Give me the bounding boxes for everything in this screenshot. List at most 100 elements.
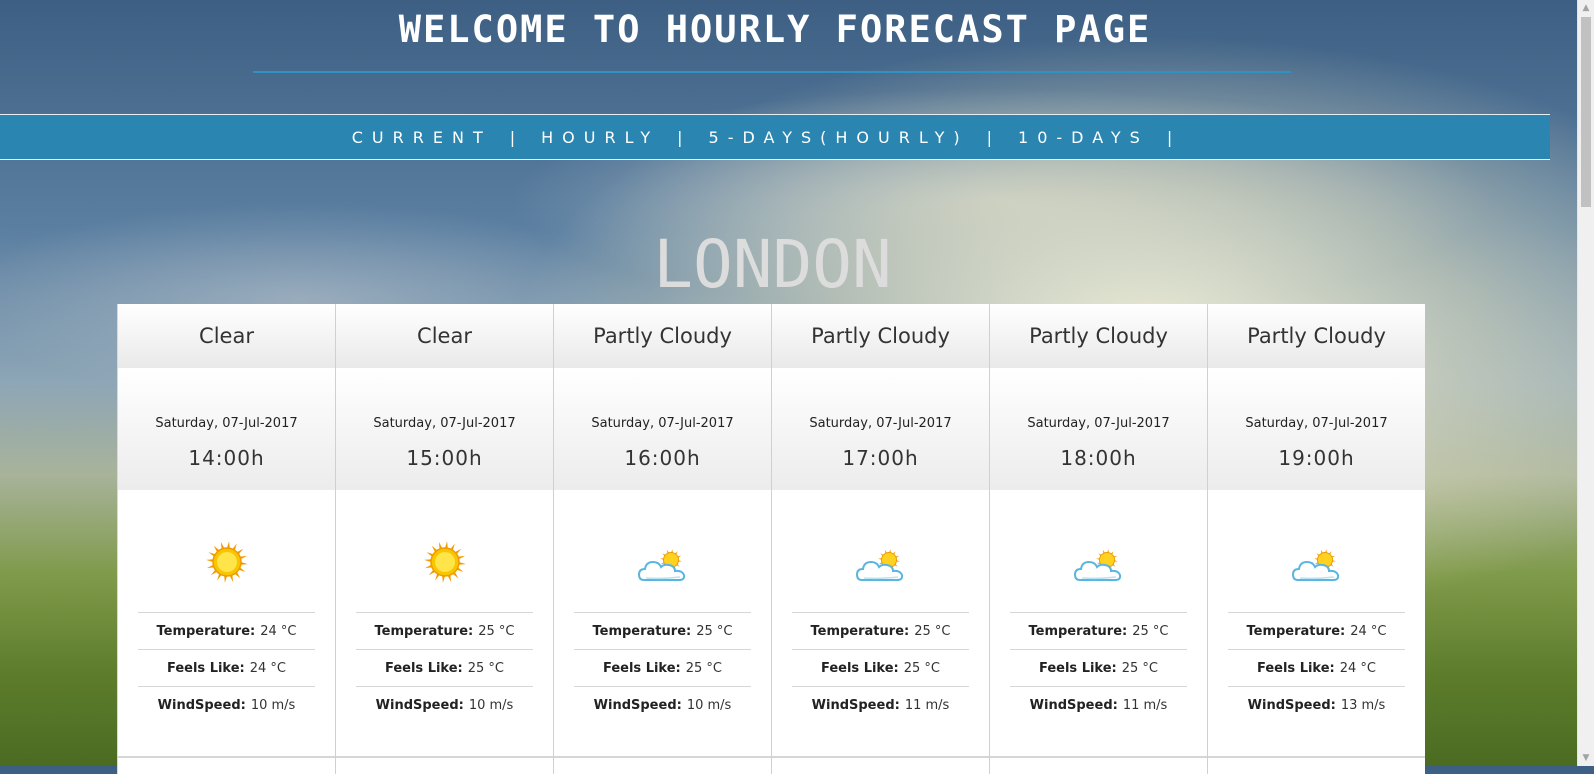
temperature-row: Temperature: 25 °C (356, 612, 533, 649)
date-time-block: Saturday, 07-Jul-2017 17:00h (772, 368, 989, 490)
condition-label: Partly Cloudy (990, 304, 1207, 368)
forecast-date: Saturday, 07-Jul-2017 (1245, 416, 1388, 431)
condition-label: Partly Cloudy (1208, 304, 1425, 368)
windspeed-row: WindSpeed: 11 m/s (1010, 686, 1187, 723)
card-footer (554, 756, 771, 774)
forecast-date: Saturday, 07-Jul-2017 (1027, 416, 1170, 431)
windspeed-row: WindSpeed: 11 m/s (792, 686, 969, 723)
feels-like-row: Feels Like: 24 °C (138, 649, 315, 686)
feels-like-label: Feels Like: (1038, 660, 1117, 676)
forecast-time: 15:00h (406, 446, 483, 470)
feels-like-label: Feels Like: (384, 660, 463, 676)
temperature-row: Temperature: 25 °C (1010, 612, 1187, 649)
feels-like-label: Feels Like: (602, 660, 681, 676)
card-footer (772, 756, 989, 774)
weather-icon-area (1208, 490, 1425, 612)
feels-like-row: Feels Like: 25 °C (356, 649, 533, 686)
sun-icon (423, 540, 467, 588)
feels-like-value: 25 °C (467, 660, 505, 676)
temperature-row: Temperature: 25 °C (792, 612, 969, 649)
forecast-card: Clear Saturday, 07-Jul-2017 14:00h Tempe… (117, 304, 335, 774)
forecast-card: Partly Cloudy Saturday, 07-Jul-2017 16:0… (553, 304, 771, 774)
nav-current[interactable]: CURRENT (352, 128, 492, 147)
date-time-block: Saturday, 07-Jul-2017 18:00h (990, 368, 1207, 490)
feels-like-row: Feels Like: 25 °C (574, 649, 751, 686)
temperature-row: Temperature: 24 °C (138, 612, 315, 649)
sun-icon (205, 540, 249, 588)
windspeed-label: WindSpeed: (593, 697, 682, 713)
scroll-up-arrow-icon[interactable]: ▲ (1578, 0, 1594, 16)
card-footer (118, 756, 335, 774)
temperature-label: Temperature: (1028, 623, 1128, 639)
partly-cloudy-icon (637, 549, 688, 587)
weather-icon-area (990, 490, 1207, 612)
temperature-label: Temperature: (592, 623, 692, 639)
forecast-card: Clear Saturday, 07-Jul-2017 15:00h Tempe… (335, 304, 553, 774)
windspeed-label: WindSpeed: (811, 697, 900, 713)
forecast-card: Partly Cloudy Saturday, 07-Jul-2017 18:0… (989, 304, 1207, 774)
feels-like-row: Feels Like: 24 °C (1228, 649, 1405, 686)
nav-separator: | (677, 127, 683, 147)
scroll-thumb[interactable] (1581, 17, 1591, 207)
forecast-time: 18:00h (1060, 446, 1137, 470)
forecast-time: 16:00h (624, 446, 701, 470)
windspeed-label: WindSpeed: (157, 697, 246, 713)
temperature-label: Temperature: (810, 623, 910, 639)
temperature-value: 25 °C (696, 623, 733, 639)
nav-10-days[interactable]: 10-DAYS (1018, 128, 1149, 147)
temperature-row: Temperature: 24 °C (1228, 612, 1405, 649)
feels-like-label: Feels Like: (820, 660, 899, 676)
forecast-cards: Clear Saturday, 07-Jul-2017 14:00h Tempe… (117, 304, 1427, 774)
forecast-card: Partly Cloudy Saturday, 07-Jul-2017 19:0… (1207, 304, 1425, 774)
windspeed-value: 11 m/s (1122, 697, 1168, 713)
nav-5-days-hourly[interactable]: 5-DAYS(HOURLY) (709, 128, 969, 147)
scroll-down-arrow-icon[interactable]: ▼ (1578, 750, 1594, 766)
card-footer (1208, 756, 1425, 774)
windspeed-value: 11 m/s (904, 697, 950, 713)
city-name: LONDON (653, 226, 892, 303)
forecast-card: Partly Cloudy Saturday, 07-Jul-2017 17:0… (771, 304, 989, 774)
temperature-label: Temperature: (1246, 623, 1346, 639)
nav-separator: | (509, 127, 516, 147)
vertical-scrollbar[interactable]: ▲ ▼ (1577, 0, 1594, 766)
nav-separator: | (986, 127, 993, 147)
card-footer (336, 756, 553, 774)
partly-cloudy-icon (855, 549, 906, 587)
forecast-time: 14:00h (188, 446, 265, 470)
forecast-time: 17:00h (842, 446, 919, 470)
windspeed-value: 10 m/s (250, 697, 296, 713)
windspeed-label: WindSpeed: (1029, 697, 1118, 713)
condition-label: Partly Cloudy (554, 304, 771, 368)
temperature-label: Temperature: (156, 623, 256, 639)
windspeed-row: WindSpeed: 10 m/s (138, 686, 315, 723)
forecast-date: Saturday, 07-Jul-2017 (809, 416, 952, 431)
partly-cloudy-icon (1073, 549, 1124, 587)
windspeed-row: WindSpeed: 10 m/s (574, 686, 751, 723)
weather-icon-area (554, 490, 771, 612)
weather-icon-area (336, 490, 553, 612)
page-title: WELCOME TO HOURLY FORECAST PAGE (398, 8, 1152, 51)
date-time-block: Saturday, 07-Jul-2017 14:00h (118, 368, 335, 490)
windspeed-label: WindSpeed: (1247, 697, 1336, 713)
card-footer (990, 756, 1207, 774)
temperature-value: 24 °C (1350, 623, 1387, 639)
windspeed-value: 10 m/s (686, 697, 732, 713)
date-time-block: Saturday, 07-Jul-2017 16:00h (554, 368, 771, 490)
feels-like-label: Feels Like: (166, 660, 245, 676)
forecast-time: 19:00h (1278, 446, 1355, 470)
feels-like-value: 25 °C (1121, 660, 1159, 676)
title-underline (253, 71, 1291, 73)
forecast-date: Saturday, 07-Jul-2017 (155, 416, 298, 431)
feels-like-value: 25 °C (903, 660, 941, 676)
feels-like-row: Feels Like: 25 °C (1010, 649, 1187, 686)
windspeed-value: 10 m/s (468, 697, 514, 713)
date-time-block: Saturday, 07-Jul-2017 19:00h (1208, 368, 1425, 490)
forecast-date: Saturday, 07-Jul-2017 (591, 416, 734, 431)
windspeed-row: WindSpeed: 13 m/s (1228, 686, 1405, 723)
nav-hourly[interactable]: HOURLY (541, 128, 659, 147)
condition-label: Clear (336, 304, 553, 368)
feels-like-label: Feels Like: (1256, 660, 1335, 676)
feels-like-value: 24 °C (249, 660, 287, 676)
weather-icon-area (772, 490, 989, 612)
temperature-value: 25 °C (914, 623, 951, 639)
